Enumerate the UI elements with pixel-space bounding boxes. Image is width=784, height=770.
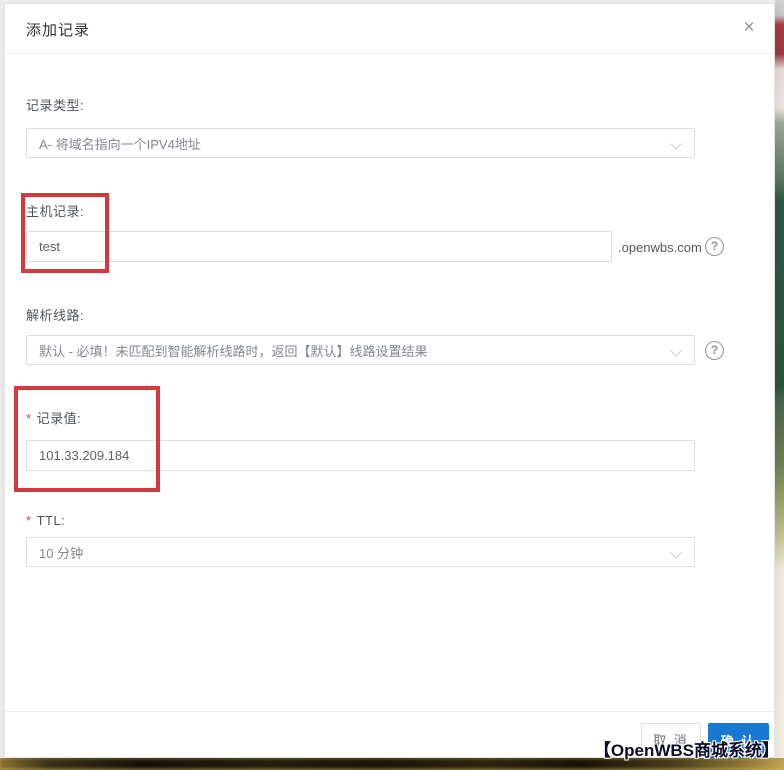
ttl-label: * TTL:	[26, 513, 65, 528]
required-asterisk: *	[26, 513, 32, 528]
help-icon[interactable]: ?	[705, 237, 724, 256]
record-value-input[interactable]	[26, 440, 695, 471]
close-icon[interactable]: ×	[736, 15, 762, 41]
ttl-label-text: TTL:	[36, 513, 66, 528]
chevron-down-icon	[672, 345, 682, 355]
record-type-label: 记录类型:	[26, 98, 85, 113]
record-value-label: * 记录值:	[26, 408, 81, 427]
line-value: 默认 - 必填！未匹配到智能解析线路时，返回【默认】线路设置结果	[39, 343, 428, 359]
background-photo-strip-right	[775, 0, 784, 770]
dialog-header: 添加记录 ×	[5, 4, 774, 54]
dialog-title: 添加记录	[26, 22, 91, 39]
host-record-label: 主机记录:	[26, 204, 85, 219]
help-icon[interactable]: ?	[705, 341, 724, 360]
host-record-input[interactable]	[26, 231, 612, 262]
chevron-down-icon	[672, 547, 682, 557]
record-type-select[interactable]: A- 将域名指向一个IPV4地址	[26, 128, 695, 158]
line-label: 解析线路:	[26, 308, 85, 323]
confirm-button[interactable]: 确 认	[708, 723, 769, 758]
chevron-down-icon	[672, 138, 682, 148]
cancel-button[interactable]: 取 消	[641, 723, 701, 758]
domain-suffix: .openwbs.com	[618, 240, 702, 255]
line-select[interactable]: 默认 - 必填！未匹配到智能解析线路时，返回【默认】线路设置结果	[26, 335, 695, 365]
highlight-rect-record-value	[14, 386, 160, 492]
ttl-select[interactable]: 10 分钟	[26, 537, 695, 567]
required-asterisk: *	[26, 411, 32, 426]
record-type-value: A- 将域名指向一个IPV4地址	[39, 136, 201, 152]
record-value-label-text: 记录值:	[36, 411, 82, 426]
background-photo-strip-bottom	[0, 758, 784, 770]
ttl-value: 10 分钟	[39, 545, 84, 561]
footer-divider	[5, 711, 774, 712]
add-record-dialog: 添加记录 × 记录类型: A- 将域名指向一个IPV4地址 主机记录: .ope…	[4, 3, 775, 758]
